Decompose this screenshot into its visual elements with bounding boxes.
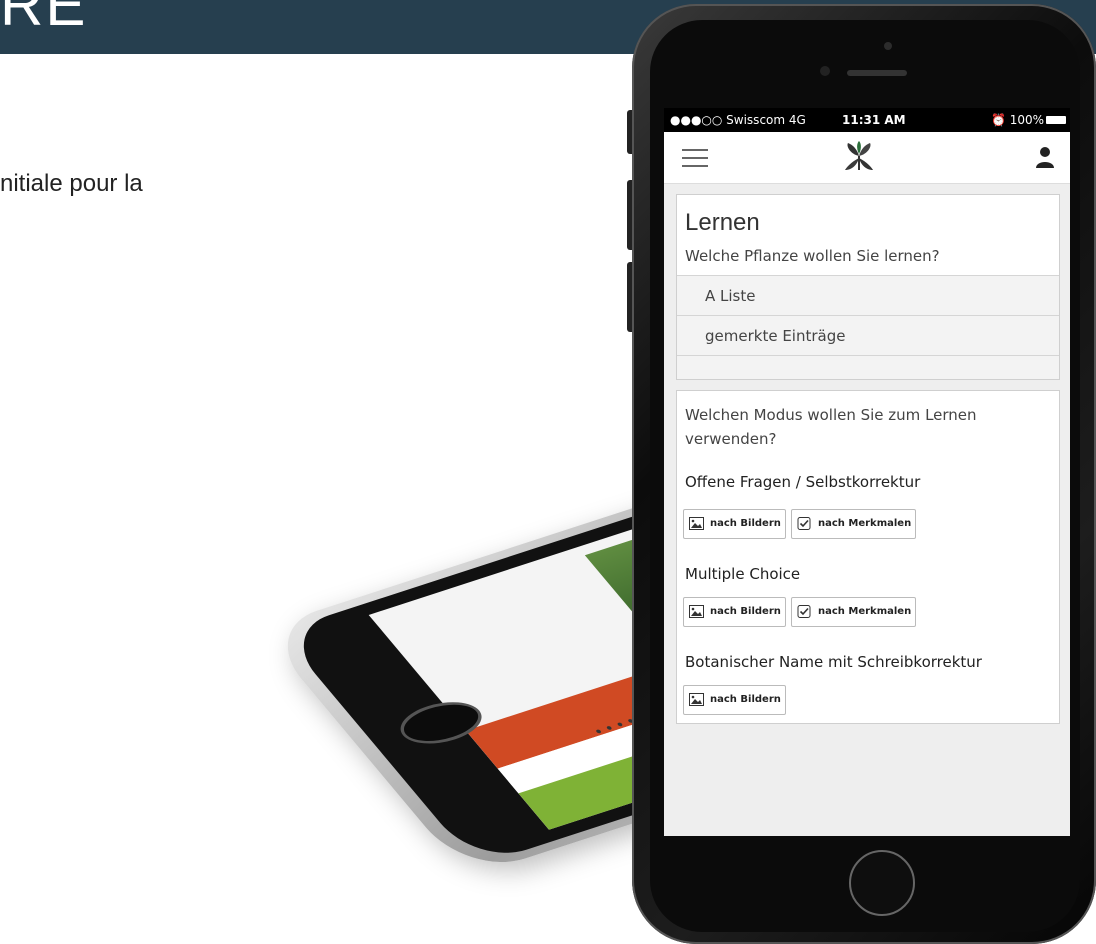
- learn-card: Lernen Welche Pflanze wollen Sie lernen?…: [676, 194, 1060, 380]
- camera-dot: [884, 42, 892, 50]
- leaf-logo-icon[interactable]: [842, 140, 876, 174]
- list-item-empty: [677, 355, 1059, 379]
- learn-subtitle: Welche Pflanze wollen Sie lernen?: [685, 247, 940, 265]
- front-camera: [820, 66, 830, 76]
- mode-card: Welchen Modus wollen Sie zum Lernen verw…: [676, 390, 1060, 724]
- app-navbar: [664, 132, 1070, 184]
- earpiece-speaker: [847, 70, 907, 76]
- checkbox-icon: [797, 517, 811, 530]
- mode-question: Welchen Modus wollen Sie zum Lernen verw…: [685, 406, 977, 448]
- learn-title: Lernen: [685, 209, 760, 236]
- mode-section-title-botanical: Botanischer Name mit Schreibkorrektur: [685, 653, 982, 671]
- slide-title: RE: [0, 0, 88, 38]
- botanical-by-images-button[interactable]: nach Bildern: [683, 685, 786, 715]
- battery-label: ⏰ 100%: [990, 113, 1044, 127]
- checkbox-icon: [797, 605, 811, 618]
- image-icon: [689, 693, 704, 706]
- open-by-images-button[interactable]: nach Bildern: [683, 509, 786, 539]
- presentation-slide: RE nitiale pour la •••••• ●●●○○ Swisscom…: [0, 0, 1096, 944]
- carrier-label: ●●●○○ Swisscom 4G: [670, 113, 806, 127]
- image-icon: [689, 605, 704, 618]
- mc-by-images-button[interactable]: nach Bildern: [683, 597, 786, 627]
- slide-body-text: nitiale pour la: [0, 170, 143, 197]
- list-item-gemerkte-eintraege[interactable]: gemerkte Einträge: [677, 315, 1059, 355]
- battery-icon: [1046, 116, 1066, 124]
- clock-label: 11:31 AM: [842, 113, 906, 127]
- hamburger-icon[interactable]: [682, 149, 708, 167]
- image-icon: [689, 517, 704, 530]
- status-bar: ●●●○○ Swisscom 4G 11:31 AM ⏰ 100%: [664, 108, 1070, 132]
- user-icon[interactable]: [1034, 146, 1056, 168]
- mode-section-title-open: Offene Fragen / Selbstkorrektur: [685, 473, 921, 491]
- open-by-features-button[interactable]: nach Merkmalen: [791, 509, 917, 539]
- home-button[interactable]: [849, 850, 915, 916]
- mc-by-features-button[interactable]: nach Merkmalen: [791, 597, 917, 627]
- phone-screen: ●●●○○ Swisscom 4G 11:31 AM ⏰ 100% Lernen…: [664, 108, 1070, 836]
- list-item-a-liste[interactable]: A Liste: [677, 275, 1059, 315]
- mode-section-title-multiple-choice: Multiple Choice: [685, 565, 801, 583]
